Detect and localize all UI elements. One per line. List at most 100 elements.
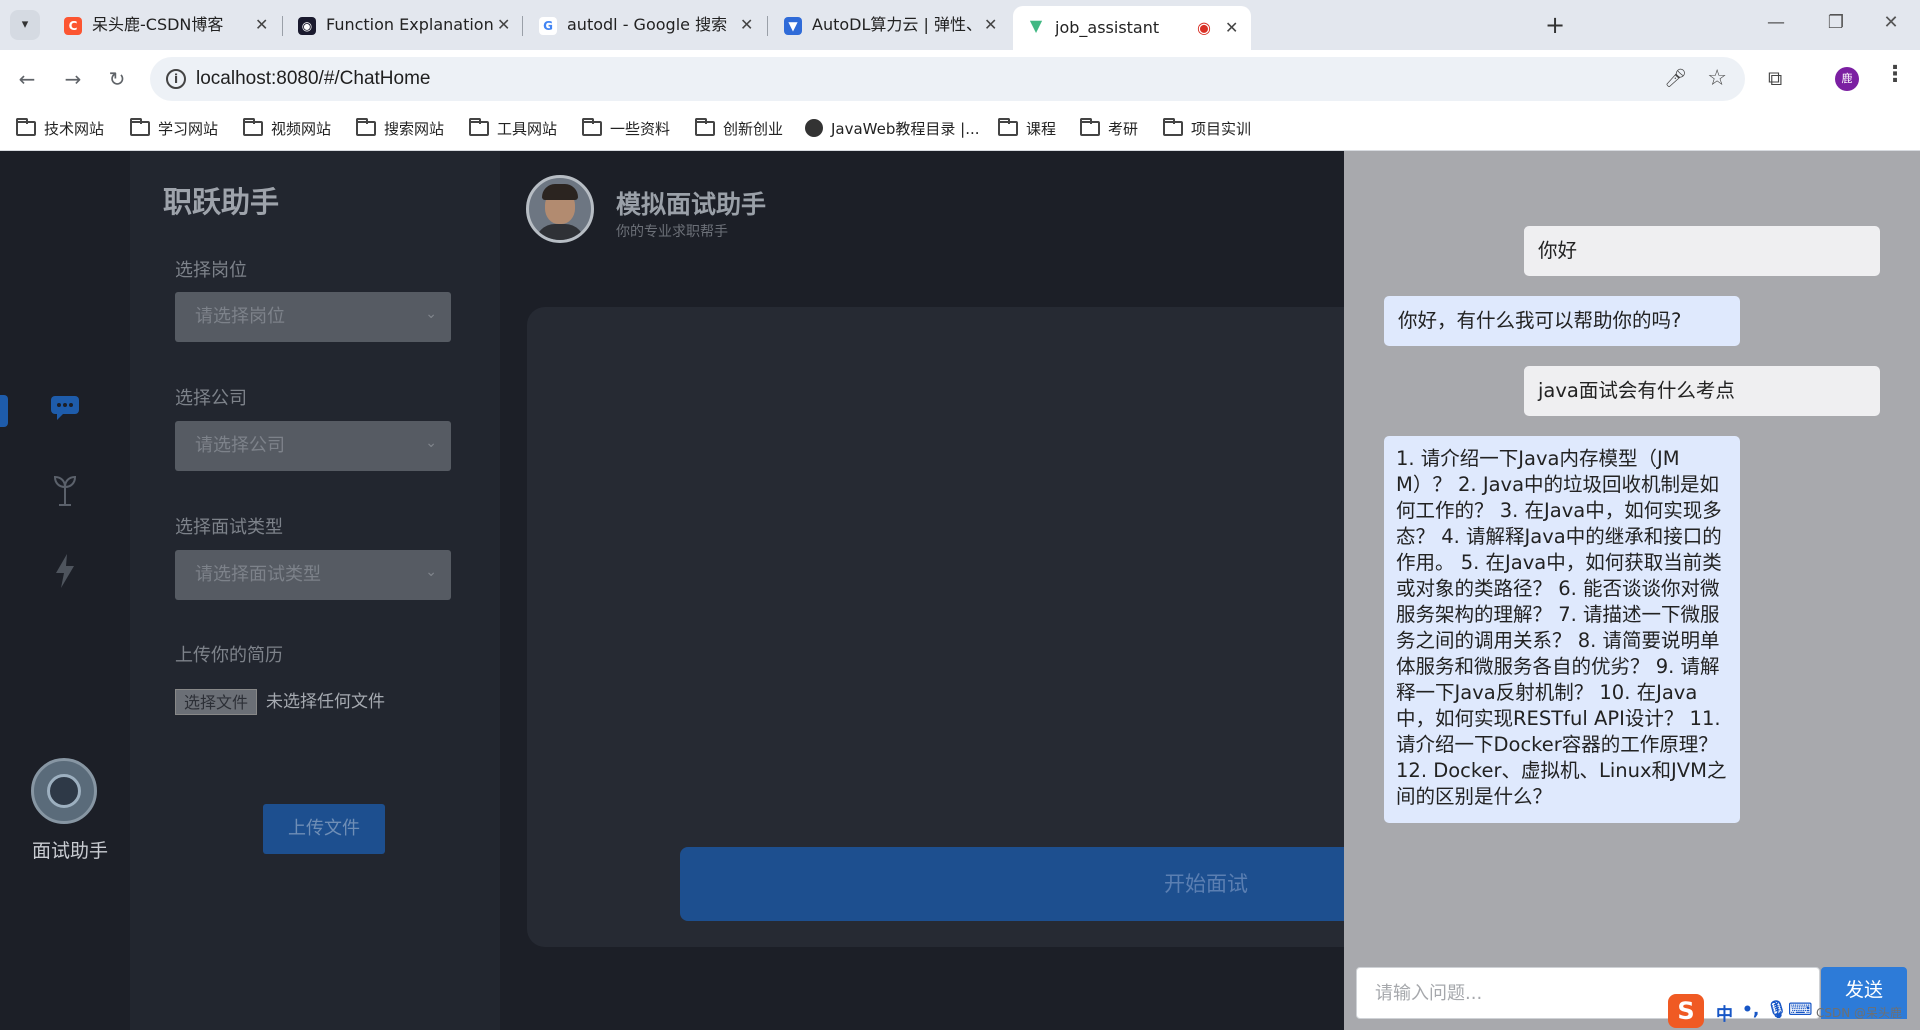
chat-icon[interactable] [48, 394, 82, 428]
chevron-down-icon: ⌄ [425, 435, 437, 451]
close-icon[interactable]: ✕ [497, 8, 510, 42]
close-icon[interactable]: ✕ [1225, 8, 1238, 48]
bookmark-item[interactable]: 视频网站 [243, 117, 331, 141]
address-bar[interactable]: i localhost:8080/#/ChatHome 🎤︎ ☆ [150, 57, 1745, 101]
bookmark-item[interactable]: 学习网站 [130, 117, 218, 141]
bookmark-item[interactable]: 项目实训 [1163, 117, 1251, 141]
active-indicator [0, 395, 8, 427]
interview-type-select[interactable]: 请选择面试类型 ⌄ [175, 550, 451, 600]
new-tab-button[interactable]: + [1540, 10, 1570, 40]
chat-panel: 你好 你好，有什么我可以帮助你的吗? java面试会有什么考点 1. 请介绍一下… [1344, 151, 1920, 1030]
close-icon[interactable]: ✕ [255, 8, 268, 42]
site-info-icon[interactable]: i [166, 69, 186, 89]
chat-icon-svg [51, 396, 79, 420]
folder-icon [469, 118, 489, 136]
bookmark-item[interactable]: 工具网站 [469, 117, 557, 141]
position-select[interactable]: 请选择岗位 ⌄ [175, 292, 451, 342]
tab-search-button[interactable]: ▾ [10, 10, 40, 40]
tab-google[interactable]: G autodl - Google 搜索 ✕ [525, 8, 765, 42]
tab-autodl[interactable]: ▼ AutoDL算力云 | 弹性、好用、 ✕ [770, 8, 1010, 42]
main-title: 模拟面试助手 [616, 190, 767, 219]
bookmark-star-icon[interactable]: ☆ [1707, 66, 1727, 91]
lightning-icon[interactable] [48, 553, 82, 588]
folder-icon [16, 118, 36, 136]
tab-poe[interactable]: ◉ Function Explanation - Poe ✕ [284, 8, 520, 42]
interview-type-label: 选择面试类型 [175, 517, 283, 538]
bookmark-label: 课程 [1026, 120, 1057, 138]
assistant-message: 1. 请介绍一下Java内存模型（JMM）？ 2. Java中的垃圾回收机制是如… [1384, 436, 1740, 823]
company-select[interactable]: 请选择公司 ⌄ [175, 421, 451, 471]
upload-button[interactable]: 上传文件 [263, 804, 385, 854]
close-window-icon[interactable]: ✕ [1871, 12, 1911, 33]
avatar-body [535, 224, 585, 240]
tab-title: job_assistant [1055, 18, 1160, 37]
tab-job-assistant[interactable]: ▼ job_assistant ◉ ✕ [1013, 6, 1251, 50]
assistant-avatar[interactable] [31, 758, 97, 824]
vue-icon: ▼ [1029, 16, 1043, 35]
csdn-icon: C [64, 17, 82, 35]
company-placeholder: 请选择公司 [195, 435, 285, 456]
microphone-icon[interactable]: 🎙︎ [1766, 1000, 1788, 1020]
forward-icon[interactable]: → [60, 66, 86, 92]
profile-avatar[interactable]: 鹿 [1835, 67, 1859, 91]
bookmark-item[interactable]: 技术网站 [16, 117, 104, 141]
chevron-down-icon: ⌄ [425, 306, 437, 322]
bookmark-item[interactable]: JavaWeb教程目录 |... [805, 117, 980, 141]
globe-icon [805, 119, 823, 137]
folder-icon [1163, 118, 1183, 136]
punctuation-icon[interactable]: •, [1742, 1000, 1759, 1020]
resume-label: 上传你的简历 [175, 645, 283, 666]
bookmark-item[interactable]: 创新创业 [695, 117, 783, 141]
position-label: 选择岗位 [175, 260, 247, 281]
browser-toolbar: ← → ↻ i localhost:8080/#/ChatHome 🎤︎ ☆ ⧉… [0, 50, 1920, 108]
app-root: 面试助手 职跃助手 选择岗位 请选择岗位 ⌄ 选择公司 请选择公司 ⌄ 选择面试… [0, 151, 1920, 1030]
avatar-hair [542, 184, 578, 200]
address-url[interactable]: localhost:8080/#/ChatHome [196, 57, 430, 101]
restore-icon[interactable]: ❐ [1816, 12, 1856, 33]
close-icon[interactable]: ✕ [740, 8, 753, 42]
ime-toolbar: S 中 •, 🎙︎ ⌨︎ CSDN @呆头鹿 [1668, 992, 1920, 1030]
robot-icon [47, 774, 81, 808]
bookmark-item[interactable]: 课程 [998, 117, 1056, 141]
file-status: 未选择任何文件 [266, 692, 385, 712]
bookmark-item[interactable]: 一些资料 [582, 117, 670, 141]
sprout-icon[interactable] [48, 473, 82, 507]
sprout-icon-svg [53, 475, 77, 506]
bookmark-label: 考研 [1108, 120, 1139, 138]
minimize-icon[interactable]: — [1756, 12, 1796, 33]
folder-icon [1080, 118, 1100, 136]
watermark: CSDN @呆头鹿 [1816, 1006, 1903, 1020]
tab-separator [282, 16, 283, 36]
interview-type-placeholder: 请选择面试类型 [195, 564, 321, 585]
folder-icon [582, 118, 602, 136]
ime-mode[interactable]: 中 [1716, 1000, 1733, 1025]
assistant-message: 你好，有什么我可以帮助你的吗? [1384, 296, 1740, 346]
bookmark-label: 搜索网站 [384, 120, 445, 138]
keyboard-icon[interactable]: ⌨︎ [1788, 1000, 1813, 1020]
bookmark-item[interactable]: 搜索网站 [356, 117, 444, 141]
start-interview-label: 开始面试 [1164, 872, 1248, 896]
bookmark-label: 视频网站 [271, 120, 332, 138]
choose-file-button[interactable]: 选择文件 [175, 689, 258, 715]
tab-title: AutoDL算力云 | 弹性、好用、 [812, 15, 972, 34]
main-subtitle: 你的专业求职帮手 [616, 224, 728, 240]
start-interview-button[interactable]: 开始面试 [680, 847, 1400, 921]
tab-csdn[interactable]: C 呆头鹿-CSDN博客 ✕ [50, 8, 282, 42]
bookmark-item[interactable]: 考研 [1080, 117, 1138, 141]
tab-title: 呆头鹿-CSDN博客 [92, 15, 224, 34]
close-icon[interactable]: ✕ [984, 8, 997, 42]
microphone-icon[interactable]: 🎤︎ [1664, 68, 1687, 89]
tab-separator [767, 16, 768, 36]
bookmark-label: 项目实训 [1191, 120, 1252, 138]
bookmark-label: 一些资料 [610, 120, 671, 138]
extensions-icon[interactable]: ⧉ [1768, 66, 1782, 90]
back-icon[interactable]: ← [14, 66, 40, 92]
google-icon: G [539, 17, 557, 35]
sogou-logo-icon[interactable]: S [1668, 994, 1704, 1028]
menu-icon[interactable]: ⋮ [1884, 62, 1906, 87]
lightning-icon-svg [56, 554, 74, 588]
tab-title: Function Explanation - Poe [326, 15, 496, 34]
company-label: 选择公司 [175, 388, 247, 409]
poe-icon: ◉ [298, 17, 316, 35]
reload-icon[interactable]: ↻ [104, 66, 130, 92]
